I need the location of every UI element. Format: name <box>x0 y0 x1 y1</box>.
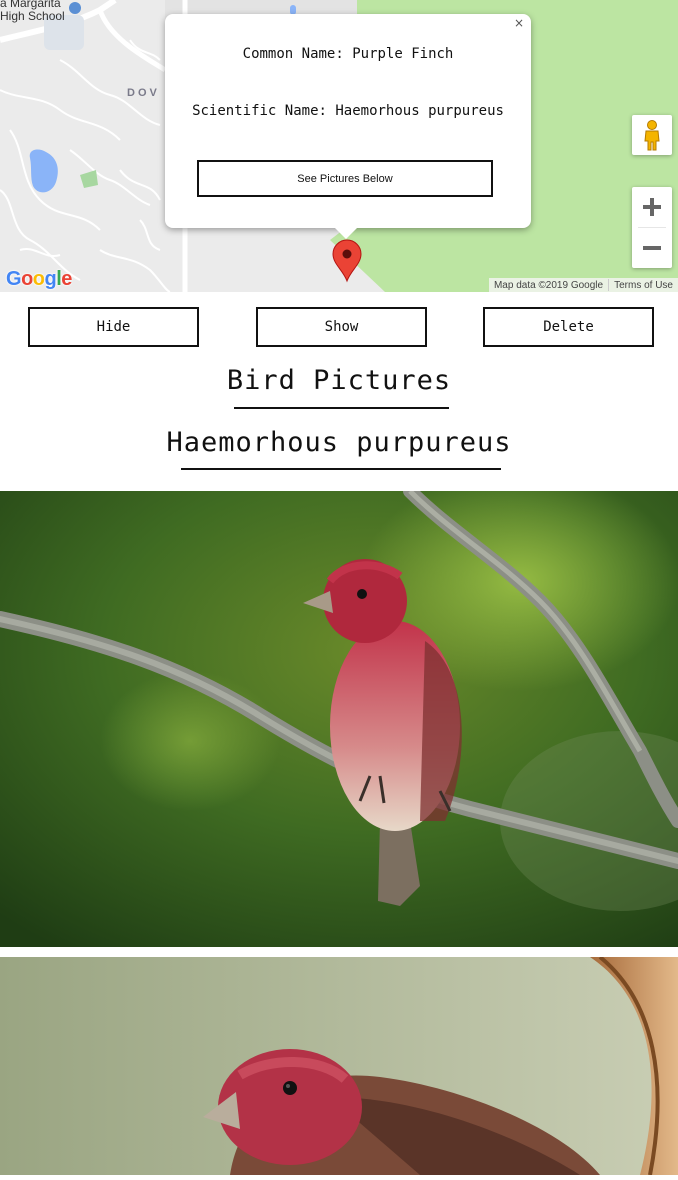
species-underline <box>181 468 501 470</box>
map-data-text: Map data ©2019 Google <box>493 279 604 291</box>
google-logo-letter: g <box>44 268 57 290</box>
terms-of-use-link[interactable]: Terms of Use <box>609 280 678 291</box>
hide-button[interactable]: Hide <box>28 307 199 347</box>
minus-icon <box>643 246 661 250</box>
map[interactable]: a Margarita High School DOV × Common Nam… <box>0 0 678 292</box>
plus-icon <box>643 198 661 216</box>
info-window-tail <box>334 227 358 239</box>
zoom-control <box>632 187 672 268</box>
street-view-pegman-button[interactable] <box>632 115 672 155</box>
bird-pictures-heading: Bird Pictures <box>226 365 452 396</box>
see-pictures-button[interactable]: See Pictures Below <box>197 160 493 197</box>
google-logo-letter: o <box>32 268 45 290</box>
show-button[interactable]: Show <box>256 307 427 347</box>
scientific-name-text: Scientific Name: Haemorhous purpureus <box>192 103 504 119</box>
delete-button[interactable]: Delete <box>483 307 654 347</box>
google-logo-letter: o <box>21 268 33 290</box>
google-logo-letter: G <box>6 268 22 290</box>
info-window: × Common Name: Purple Finch Scientific N… <box>165 14 531 228</box>
map-area-label: DOV <box>127 87 160 99</box>
bird-pictures-underline <box>234 407 449 409</box>
zoom-out-button[interactable] <box>632 228 672 268</box>
common-name-text: Common Name: Purple Finch <box>242 46 454 62</box>
zoom-in-button[interactable] <box>632 187 672 227</box>
close-icon[interactable]: × <box>512 16 526 30</box>
bird-photo-2 <box>0 957 678 1175</box>
google-logo-letter: e <box>61 268 72 290</box>
google-logo[interactable]: Google <box>6 268 72 291</box>
bird-photo-1 <box>0 491 678 947</box>
map-attribution: Map data ©2019 Google Terms of Use <box>488 278 678 292</box>
pegman-icon <box>644 120 660 151</box>
species-heading: Haemorhous purpureus <box>166 427 512 458</box>
map-place-label: a Margarita High School <box>0 0 65 23</box>
